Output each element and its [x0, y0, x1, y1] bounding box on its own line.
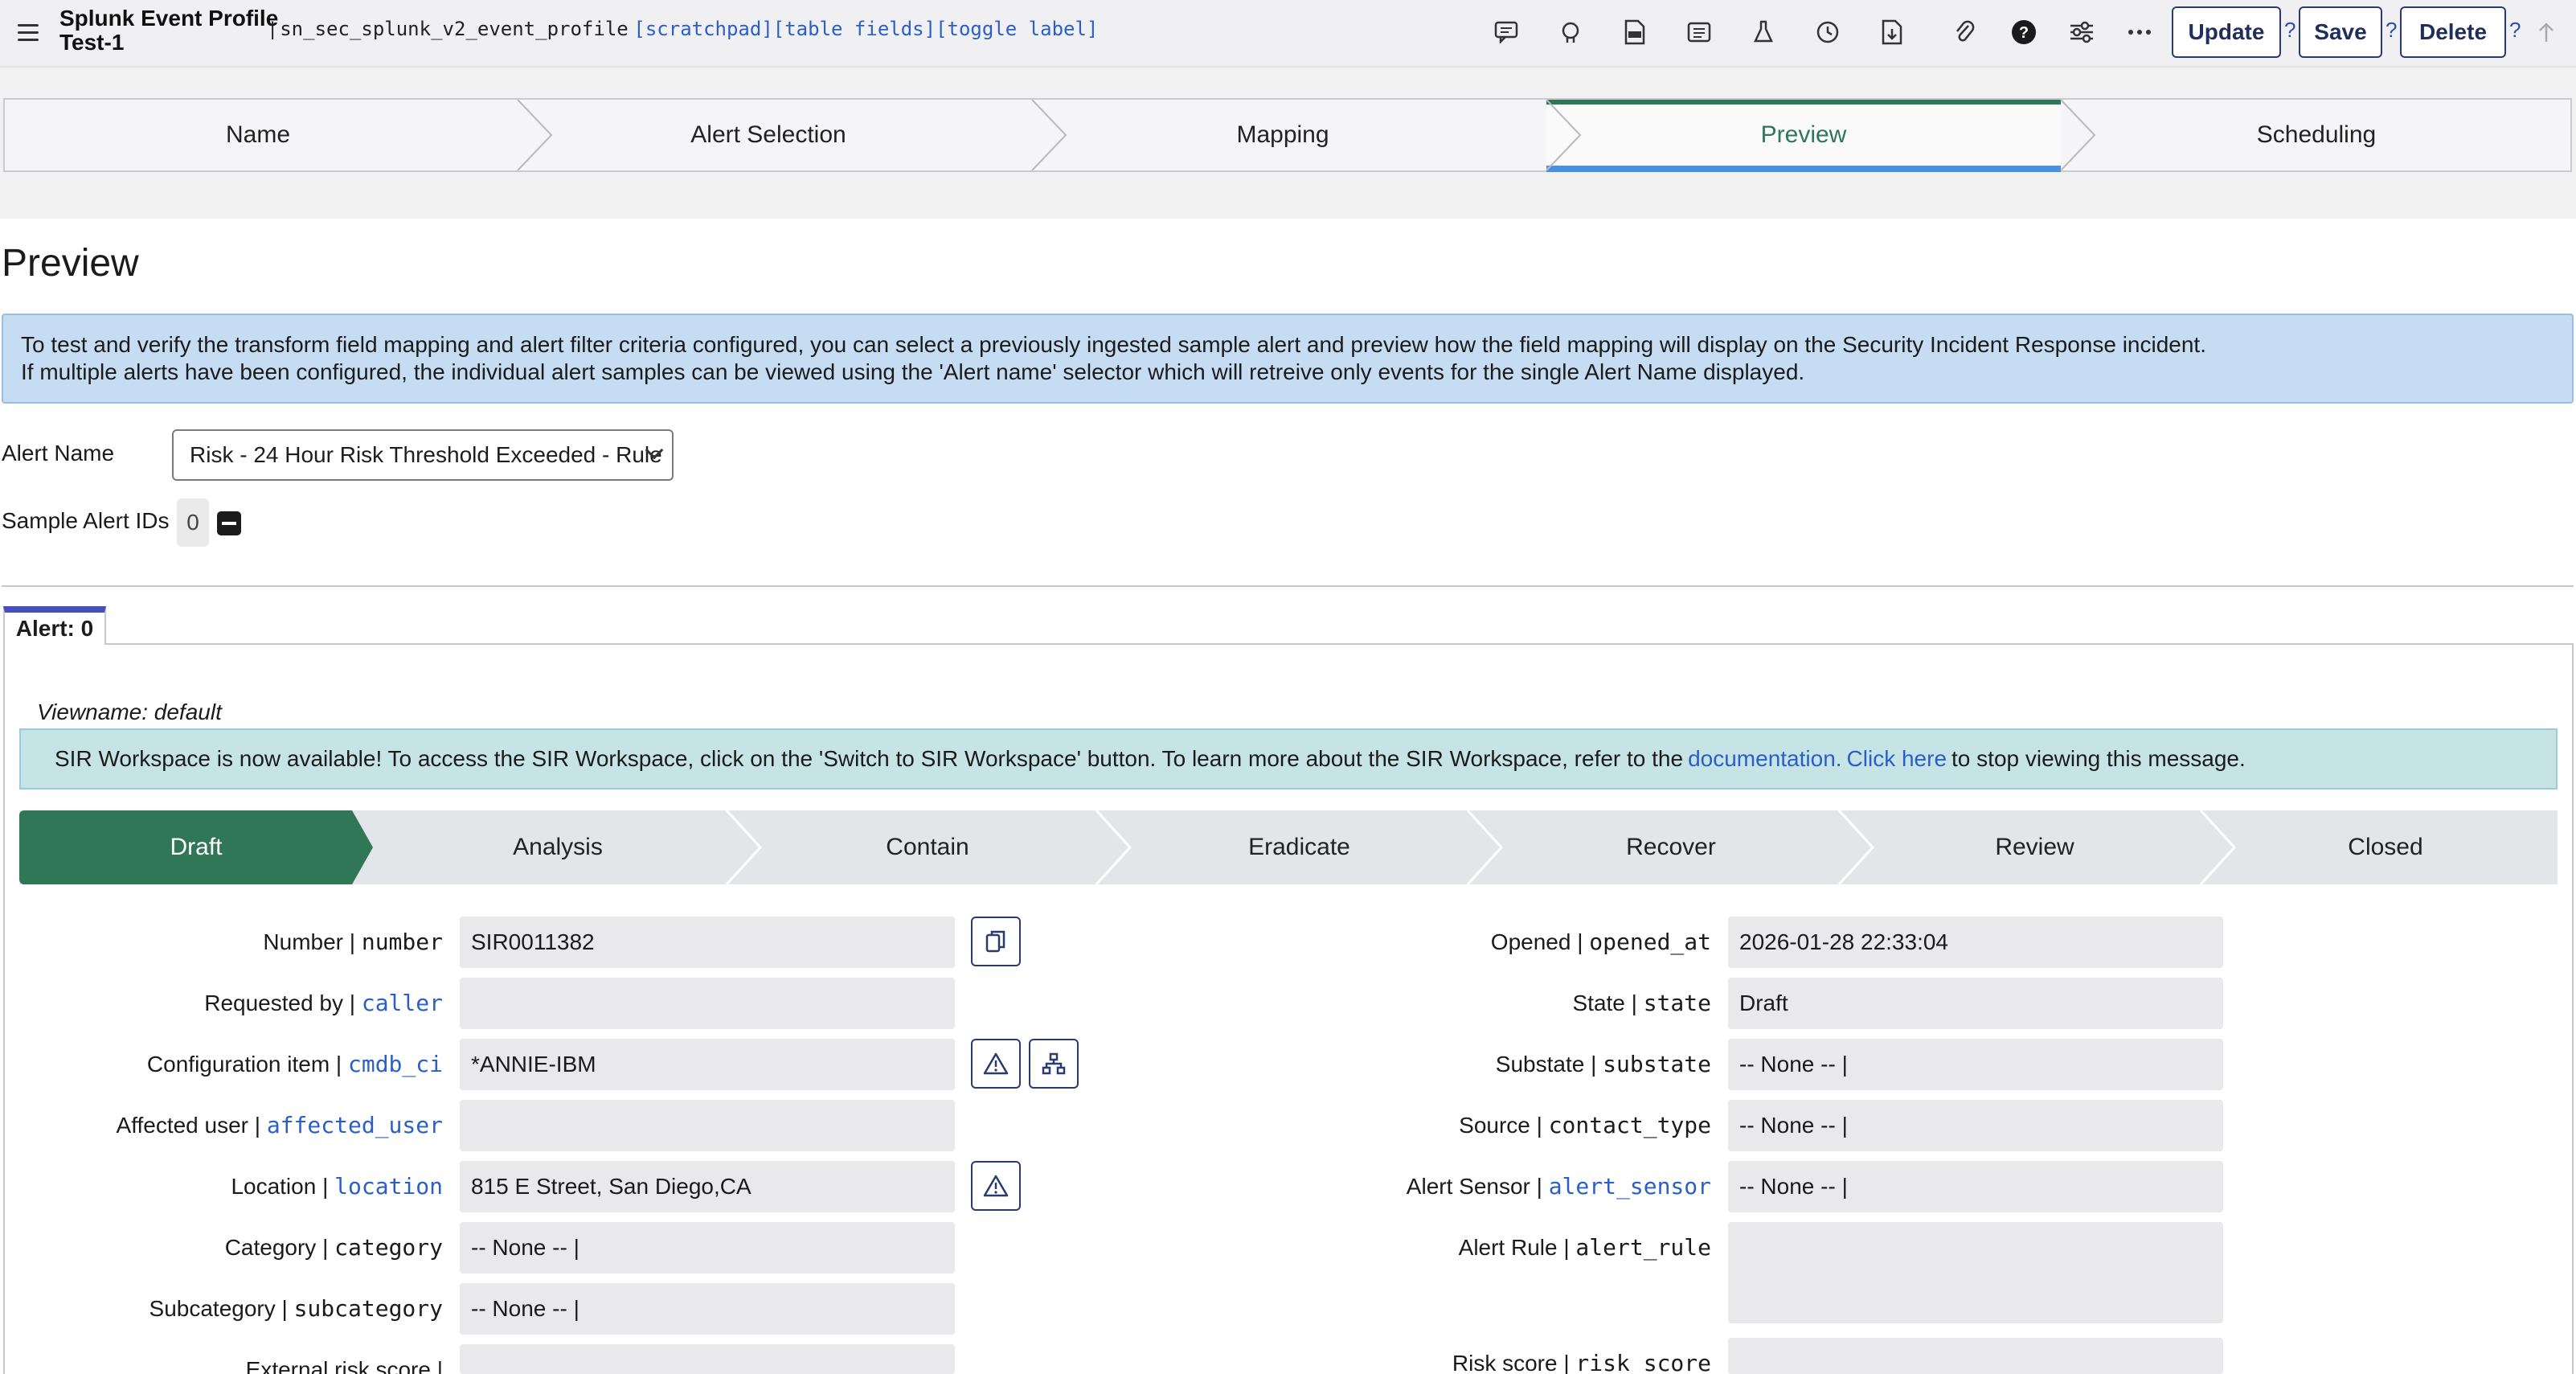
incident-stages: Draft Analysis Contain Eradicate Recover…	[19, 810, 2558, 884]
wizard-step-name[interactable]: Name	[5, 100, 511, 170]
flask-icon[interactable]	[1747, 16, 1779, 48]
field-label-substate: Substate | substate	[1495, 1051, 1711, 1077]
pdf-icon[interactable]	[1619, 16, 1651, 48]
page-title: Preview	[2, 242, 139, 285]
step-divider-icon	[517, 100, 553, 170]
more-icon[interactable]	[2123, 16, 2156, 48]
stage-divider-icon	[1837, 810, 1874, 884]
substate-field[interactable]: -- None -- |	[1728, 1039, 2223, 1090]
sample-alert-ids-label: Sample Alert IDs	[2, 508, 170, 533]
save-help-icon[interactable]: ?	[2386, 18, 2397, 43]
help-icon[interactable]: ?	[2008, 16, 2040, 48]
alert-rule-field[interactable]	[1728, 1222, 2223, 1323]
stage-divider-icon	[725, 810, 762, 884]
wizard-step-scheduling[interactable]: Scheduling	[2061, 100, 2572, 170]
attachment-icon[interactable]	[1948, 16, 1980, 48]
configuration-item-field[interactable]: *ANNIE-IBM	[460, 1039, 955, 1090]
warning-icon[interactable]	[971, 1039, 1021, 1089]
collapse-icon[interactable]	[217, 511, 241, 535]
copy-icon[interactable]	[971, 917, 1021, 966]
scratchpad-link[interactable]: [scratchpad]	[633, 18, 772, 40]
table-name-bar: | sn_sec_splunk_v2_event_profile [scratch…	[270, 18, 1099, 40]
stage-recover[interactable]: Recover	[1486, 810, 1856, 884]
step-divider-icon	[1546, 100, 1582, 170]
step-divider-icon	[2060, 100, 2096, 170]
affected-user-field[interactable]	[460, 1100, 955, 1151]
requested-by-field[interactable]	[460, 978, 955, 1029]
warning-icon[interactable]	[971, 1161, 1021, 1211]
number-field[interactable]: SIR0011382	[460, 917, 955, 968]
toggle-label-link[interactable]: [toggle label]	[936, 18, 1098, 40]
record-header: Splunk Event Profile Test-1 | sn_sec_splu…	[0, 0, 2576, 68]
alert-sensor-field[interactable]: -- None -- |	[1728, 1161, 2223, 1212]
divider	[2, 585, 2574, 587]
alert-tab[interactable]: Alert: 0	[3, 606, 106, 645]
update-button[interactable]: Update	[2172, 6, 2281, 58]
svg-text:?: ?	[2019, 24, 2029, 42]
history-icon[interactable]	[1812, 16, 1844, 48]
stage-divider-icon	[2199, 810, 2236, 884]
github-icon[interactable]	[1554, 16, 1587, 48]
field-label-number: Number | number	[263, 929, 443, 955]
field-label-location: Location | location	[231, 1173, 443, 1200]
wizard-step-preview[interactable]: Preview	[1546, 100, 2061, 172]
stage-draft[interactable]: Draft	[19, 810, 373, 884]
delete-help-icon[interactable]: ?	[2509, 18, 2521, 43]
download-icon[interactable]	[1876, 16, 1908, 48]
comment-icon[interactable]	[1490, 16, 1522, 48]
record-title: Splunk Event Profile Test-1	[59, 6, 279, 55]
subcategory-field[interactable]: -- None -- |	[460, 1283, 955, 1335]
table-fields-link[interactable]: [table fields]	[773, 18, 936, 40]
field-label-requested-by: Requested by | caller	[204, 990, 443, 1016]
update-help-icon[interactable]: ?	[2284, 18, 2295, 43]
stage-analysis[interactable]: Analysis	[373, 810, 743, 884]
stage-divider-icon	[1466, 810, 1503, 884]
alert-name-select[interactable]: Risk - 24 Hour Risk Threshold Exceeded -…	[172, 429, 674, 481]
field-label-risk-score: Risk score | risk_score	[1452, 1350, 1711, 1374]
field-label-affected-user: Affected user | affected_user	[116, 1112, 443, 1138]
alert-name-label: Alert Name	[2, 441, 115, 466]
wizard-steps: Name Alert Selection Mapping Preview Sch…	[3, 98, 2572, 172]
field-label-subcategory: Subcategory | subcategory	[149, 1295, 443, 1322]
state-field[interactable]: Draft	[1728, 978, 2223, 1029]
stage-review[interactable]: Review	[1856, 810, 2214, 884]
dependency-map-icon[interactable]	[1029, 1039, 1079, 1089]
field-label-configuration-item: Configuration item | cmdb_ci	[146, 1051, 443, 1077]
settings-icon[interactable]	[2066, 16, 2098, 48]
menu-icon[interactable]	[18, 24, 39, 41]
sir-workspace-banner: SIR Workspace is now available! To acces…	[19, 728, 2558, 790]
location-field[interactable]: 815 E Street, San Diego,CA	[460, 1161, 955, 1212]
viewname-label: Viewname: default	[37, 699, 222, 724]
scroll-top-icon[interactable]	[2530, 16, 2562, 48]
delete-button[interactable]: Delete	[2400, 6, 2506, 58]
stage-closed[interactable]: Closed	[2214, 810, 2558, 884]
wizard-step-alert-selection[interactable]: Alert Selection	[511, 100, 1026, 170]
field-label-state: State | state	[1572, 990, 1711, 1016]
field-label-category: Category | category	[224, 1234, 443, 1261]
save-button[interactable]: Save	[2299, 6, 2382, 58]
field-label-alert-rule: Alert Rule | alert_rule	[1458, 1234, 1711, 1261]
external-risk-score-field[interactable]	[460, 1344, 955, 1374]
sample-alert-ids-value: 0	[177, 498, 209, 547]
stage-eradicate[interactable]: Eradicate	[1112, 810, 1486, 884]
field-label-external-risk-score: External risk score |	[245, 1357, 443, 1374]
field-label-source: Source | contact_type	[1459, 1112, 1711, 1138]
step-divider-icon	[1031, 100, 1067, 170]
documentation-link[interactable]: documentation.	[1688, 746, 1841, 772]
source-field[interactable]: -- None -- |	[1728, 1100, 2223, 1151]
field-label-alert-sensor: Alert Sensor | alert_sensor	[1406, 1173, 1711, 1200]
opened-field[interactable]: 2026-01-28 22:33:04	[1728, 917, 2223, 968]
table-name: sn_sec_splunk_v2_event_profile	[280, 18, 629, 40]
info-box: To test and verify the transform field m…	[2, 314, 2574, 404]
stage-contain[interactable]: Contain	[743, 810, 1112, 884]
category-field[interactable]: -- None -- |	[460, 1222, 955, 1274]
risk-score-field[interactable]	[1728, 1338, 2223, 1374]
list-icon[interactable]	[1683, 16, 1715, 48]
field-label-opened: Opened | opened_at	[1490, 929, 1711, 955]
stage-divider-icon	[1095, 810, 1132, 884]
click-here-link[interactable]: Click here	[1847, 746, 1947, 772]
wizard-step-mapping[interactable]: Mapping	[1026, 100, 1540, 170]
